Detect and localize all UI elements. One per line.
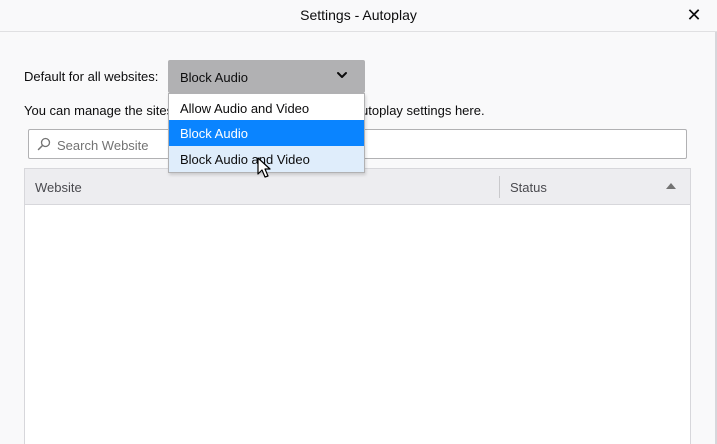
table-header: Website Status: [25, 169, 690, 205]
search-icon: [37, 137, 51, 151]
dialog-title: Settings - Autoplay: [300, 7, 417, 23]
option-block-audio[interactable]: Block Audio: [169, 120, 364, 146]
column-header-status[interactable]: Status: [500, 169, 690, 204]
column-label-website: Website: [35, 180, 82, 195]
column-label-status: Status: [510, 180, 547, 195]
mouse-cursor-icon: [257, 157, 271, 178]
select-value: Block Audio: [180, 70, 248, 85]
option-label: Allow Audio and Video: [180, 101, 310, 116]
sort-ascending-icon: [666, 183, 676, 189]
description-text: You can manage the sites utoplay setting…: [24, 103, 485, 118]
option-allow-audio-video[interactable]: Allow Audio and Video: [169, 95, 364, 121]
default-setting-label: Default for all websites:: [24, 69, 159, 84]
autoplay-settings-dialog: Settings - Autoplay ✕ Default for all we…: [0, 0, 717, 444]
description-visible-right: utoplay settings here.: [361, 103, 485, 118]
option-label: Block Audio and Video: [180, 152, 310, 167]
description-visible-left: You can manage the sites: [24, 103, 174, 118]
chevron-down-icon: [337, 72, 347, 78]
sites-table: Website Status: [24, 168, 691, 444]
close-button[interactable]: ✕: [683, 4, 705, 26]
default-setting-select[interactable]: Block Audio: [168, 60, 365, 93]
close-icon: ✕: [686, 4, 702, 25]
title-bar: Settings - Autoplay ✕: [0, 0, 717, 32]
option-label: Block Audio: [180, 126, 248, 141]
